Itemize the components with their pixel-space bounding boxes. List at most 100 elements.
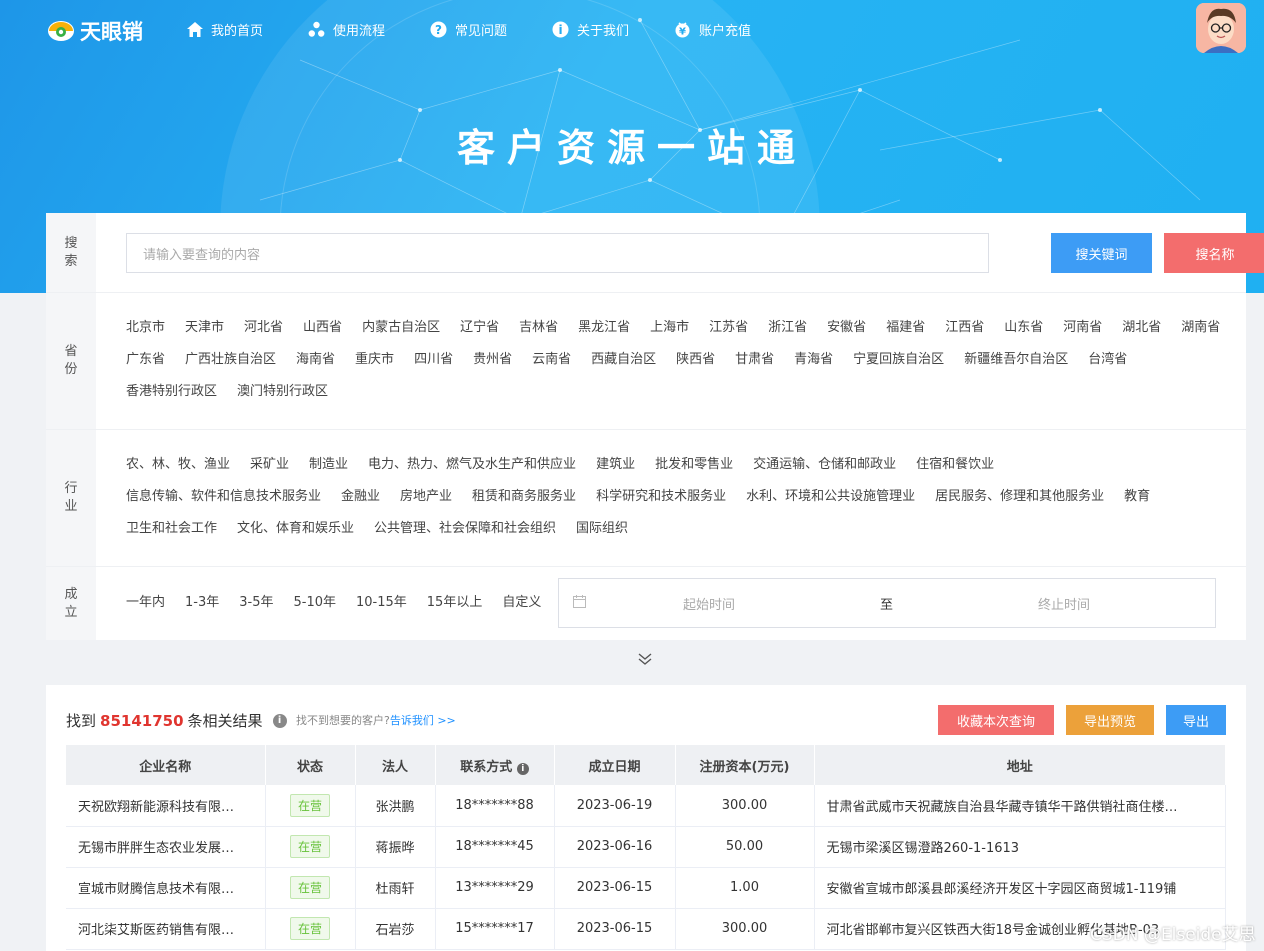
info-icon[interactable]: i xyxy=(272,713,287,728)
province-option[interactable]: 山西省 xyxy=(303,312,342,344)
province-option[interactable]: 西藏自治区 xyxy=(591,344,656,376)
table-row[interactable]: 无锡市胖胖生态农业发展… 在营 蒋振晔 18*******45 2023-06-16 50… xyxy=(66,826,1226,868)
province-option[interactable]: 重庆市 xyxy=(355,344,394,376)
industry-option[interactable]: 交通运输、仓储和邮政业 xyxy=(753,449,896,481)
province-option[interactable]: 湖南省 xyxy=(1181,312,1220,344)
province-option[interactable]: 广东省 xyxy=(126,344,165,376)
province-option[interactable]: 黑龙江省 xyxy=(578,312,630,344)
province-option[interactable]: 江苏省 xyxy=(709,312,748,344)
industry-option[interactable]: 卫生和社会工作 xyxy=(126,513,217,545)
results-suffix: 条相关结果 xyxy=(187,712,263,730)
table-cell[interactable]: 宣城市财腾信息技术有限… xyxy=(66,867,266,909)
province-option[interactable]: 四川省 xyxy=(414,344,453,376)
province-option[interactable]: 山东省 xyxy=(1004,312,1043,344)
table-cell: 在营 xyxy=(265,826,356,868)
province-option[interactable]: 江西省 xyxy=(945,312,984,344)
nav-item-about[interactable]: i 关于我们 xyxy=(552,20,629,39)
province-option[interactable]: 天津市 xyxy=(185,312,224,344)
search-row: 搜索 请输入要查询的内容 搜关键词 搜名称 xyxy=(46,213,1264,293)
province-option[interactable]: 辽宁省 xyxy=(460,312,499,344)
industry-option[interactable]: 居民服务、修理和其他服务业 xyxy=(935,481,1104,513)
nav-item-flow[interactable]: 使用流程 xyxy=(308,20,385,39)
industry-option[interactable]: 建筑业 xyxy=(596,449,635,481)
date-range-picker[interactable]: 起始时间 至 终止时间 xyxy=(558,578,1216,628)
industry-option[interactable]: 批发和零售业 xyxy=(655,449,733,481)
table-cell[interactable]: 河北柒艾斯医药销售有限… xyxy=(66,908,266,950)
industry-option[interactable]: 采矿业 xyxy=(250,449,289,481)
industry-option[interactable]: 住宿和餐饮业 xyxy=(916,449,994,481)
save-query-button[interactable]: 收藏本次查询 xyxy=(938,705,1054,735)
table-cell: 无锡市梁溪区锡澄路260-1-1613 xyxy=(814,826,1226,868)
established-option[interactable]: 5-10年 xyxy=(293,587,336,619)
province-option[interactable]: 澳门特别行政区 xyxy=(237,376,328,408)
industry-option[interactable]: 金融业 xyxy=(341,481,380,513)
user-avatar[interactable] xyxy=(1196,3,1246,53)
province-option[interactable]: 浙江省 xyxy=(768,312,807,344)
search-input[interactable]: 请输入要查询的内容 xyxy=(126,233,989,273)
nav-item-home[interactable]: 我的首页 xyxy=(186,20,263,39)
export-preview-button[interactable]: 导出预览 xyxy=(1066,705,1154,735)
contact-info-icon[interactable]: i xyxy=(516,762,529,775)
industry-option[interactable]: 农、林、牧、渔业 xyxy=(126,449,230,481)
province-option[interactable]: 陕西省 xyxy=(676,344,715,376)
industry-option[interactable]: 国际组织 xyxy=(576,513,628,545)
province-option[interactable]: 新疆维吾尔自治区 xyxy=(964,344,1068,376)
nav-item-label: 账户充值 xyxy=(699,24,752,39)
nav-item-faq[interactable]: ? 常见问题 xyxy=(430,20,507,39)
established-option[interactable]: 10-15年 xyxy=(356,587,407,619)
table-cell[interactable]: 无锡市胖胖生态农业发展… xyxy=(66,826,266,868)
end-date-input[interactable]: 终止时间 xyxy=(949,594,1179,613)
province-option[interactable]: 甘肃省 xyxy=(735,344,774,376)
tell-us-link[interactable]: 告诉我们 >> xyxy=(390,714,456,727)
industry-option[interactable]: 公共管理、社会保障和社会组织 xyxy=(374,513,556,545)
province-option[interactable]: 内蒙古自治区 xyxy=(362,312,440,344)
province-option[interactable]: 湖北省 xyxy=(1122,312,1161,344)
established-option[interactable]: 1-3年 xyxy=(185,587,219,619)
industry-option[interactable]: 电力、热力、燃气及水生产和供应业 xyxy=(368,449,576,481)
brand-logo[interactable]: 天眼销 xyxy=(46,16,143,46)
industry-option[interactable]: 信息传输、软件和信息技术服务业 xyxy=(126,481,321,513)
table-cell: 2023-06-15 xyxy=(554,867,676,909)
info-icon: i xyxy=(552,21,569,38)
province-option[interactable]: 云南省 xyxy=(532,344,571,376)
table-row[interactable]: 河北柒艾斯医药销售有限… 在营 石岩莎 15*******17 2023-06-15 30… xyxy=(66,908,1226,950)
industry-option[interactable]: 教育 xyxy=(1124,481,1150,513)
industry-option[interactable]: 制造业 xyxy=(309,449,348,481)
province-option[interactable]: 广西壮族自治区 xyxy=(185,344,276,376)
established-option[interactable]: 自定义 xyxy=(502,587,541,619)
province-option[interactable]: 上海市 xyxy=(650,312,689,344)
province-option[interactable]: 香港特别行政区 xyxy=(126,376,217,408)
industry-option[interactable]: 科学研究和技术服务业 xyxy=(596,481,726,513)
province-option[interactable]: 北京市 xyxy=(126,312,165,344)
table-row[interactable]: 宣城市财腾信息技术有限… 在营 杜雨轩 13*******29 2023-06-15 1.… xyxy=(66,867,1226,909)
nav-item-recharge[interactable]: ¥ 账户充值 xyxy=(674,20,751,39)
established-label: 成立 xyxy=(46,567,96,640)
province-option[interactable]: 吉林省 xyxy=(519,312,558,344)
province-option[interactable]: 安徽省 xyxy=(827,312,866,344)
province-option[interactable]: 台湾省 xyxy=(1088,344,1127,376)
established-option[interactable]: 一年内 xyxy=(126,587,165,619)
province-option[interactable]: 青海省 xyxy=(794,344,833,376)
search-name-button[interactable]: 搜名称 xyxy=(1164,233,1264,273)
province-option[interactable]: 海南省 xyxy=(296,344,335,376)
table-cell[interactable]: 天祝欧翔新能源科技有限… xyxy=(66,785,266,827)
industry-option[interactable]: 水利、环境和公共设施管理业 xyxy=(746,481,915,513)
province-option[interactable]: 河北省 xyxy=(244,312,283,344)
established-option[interactable]: 15年以上 xyxy=(427,587,483,619)
province-label: 省份 xyxy=(46,293,96,429)
established-option[interactable]: 3-5年 xyxy=(239,587,273,619)
column-header: 注册资本(万元) xyxy=(675,745,815,785)
industry-option[interactable]: 房地产业 xyxy=(400,481,452,513)
expand-chevron-icon[interactable] xyxy=(632,650,658,668)
nav-item-label: 我的首页 xyxy=(211,24,264,39)
export-button[interactable]: 导出 xyxy=(1166,705,1226,735)
start-date-input[interactable]: 起始时间 xyxy=(594,594,824,613)
industry-option[interactable]: 文化、体育和娱乐业 xyxy=(237,513,354,545)
province-option[interactable]: 河南省 xyxy=(1063,312,1102,344)
table-row[interactable]: 天祝欧翔新能源科技有限… 在营 张洪鹏 18*******88 2023-06-19 30… xyxy=(66,785,1226,827)
province-option[interactable]: 贵州省 xyxy=(473,344,512,376)
province-option[interactable]: 福建省 xyxy=(886,312,925,344)
province-option[interactable]: 宁夏回族自治区 xyxy=(853,344,944,376)
search-keyword-button[interactable]: 搜关键词 xyxy=(1051,233,1152,273)
industry-option[interactable]: 租赁和商务服务业 xyxy=(472,481,576,513)
